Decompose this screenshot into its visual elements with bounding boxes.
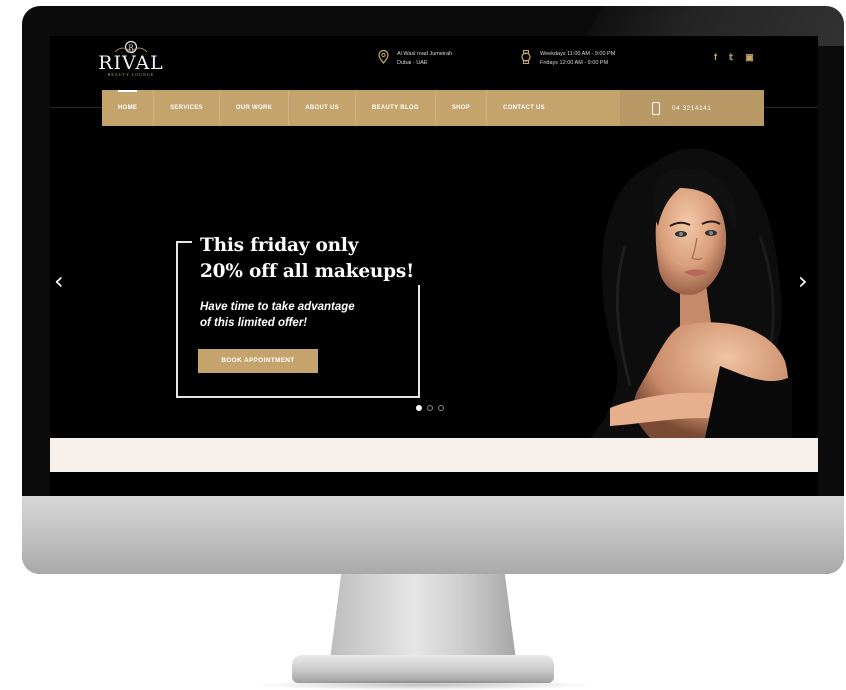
watch-icon bbox=[520, 50, 532, 66]
nav-item-services[interactable]: SERVICES bbox=[153, 90, 219, 126]
nav-item-home[interactable]: HOME bbox=[102, 90, 153, 126]
slider-dot-1[interactable] bbox=[416, 405, 422, 411]
promo-box: This friday only 20% off all makeups! Ha… bbox=[176, 233, 425, 398]
nav-item-shop[interactable]: SHOP bbox=[434, 90, 486, 126]
monitor-stand-base bbox=[292, 655, 554, 683]
location-pin-icon bbox=[378, 49, 389, 66]
crown-icon: R bbox=[111, 40, 151, 54]
nav-item-contact-us[interactable]: CONTACT US bbox=[486, 90, 561, 126]
hours-fridays: Fridays 12:00 AM - 9:00 PM bbox=[540, 60, 609, 66]
promo-title: This friday only 20% off all makeups! bbox=[192, 233, 425, 285]
promo-title-line-2: 20% off all makeups! bbox=[200, 261, 415, 282]
site-logo[interactable]: R RIVAL BEAUTY LOUNGE bbox=[86, 40, 176, 84]
phone-contact[interactable]: 04 3214141 bbox=[620, 90, 764, 126]
promo-description: Have time to take advantage of this limi… bbox=[200, 299, 355, 331]
monitor-stand-neck bbox=[330, 574, 516, 660]
book-appointment-button[interactable]: BOOK APPOINTMENT bbox=[198, 349, 318, 373]
website-screen: R RIVAL BEAUTY LOUNGE Al Wasl road Jumei… bbox=[50, 36, 818, 496]
promo-desc-line-2: of this limited offer! bbox=[200, 317, 308, 329]
logo-wordmark: RIVAL bbox=[98, 52, 164, 74]
slider-prev-arrow-icon[interactable]: ‹ bbox=[54, 269, 64, 293]
content-band bbox=[50, 438, 818, 472]
nav-item-about-us[interactable]: ABOUT US bbox=[288, 90, 355, 126]
hero-slider: This friday only 20% off all makeups! Ha… bbox=[50, 126, 818, 438]
nav-item-beauty-blog[interactable]: BEAUTY BLOG bbox=[354, 90, 435, 126]
twitter-icon[interactable]: 𝕥 bbox=[729, 52, 733, 62]
slider-next-arrow-icon[interactable]: › bbox=[798, 269, 808, 293]
address-line-1: Al Wasl road Jumeirah bbox=[397, 51, 453, 57]
hours-weekdays: Weekdays 11:00 AM - 9:00 PM bbox=[540, 51, 616, 57]
instagram-icon[interactable]: ▣ bbox=[745, 52, 754, 62]
facebook-icon[interactable]: f bbox=[714, 52, 717, 62]
mobile-phone-icon bbox=[652, 101, 660, 115]
slider-dot-3[interactable] bbox=[438, 405, 444, 411]
monitor-chin bbox=[22, 496, 844, 574]
promo-title-line-1: This friday only bbox=[200, 235, 359, 256]
nav-item-our-work[interactable]: OUR WORK bbox=[218, 90, 288, 126]
main-navigation: HOME SERVICES OUR WORK ABOUT US BEAUTY B… bbox=[102, 90, 764, 126]
monitor: R RIVAL BEAUTY LOUNGE Al Wasl road Jumei… bbox=[22, 6, 844, 574]
promo-desc-line-1: Have time to take advantage bbox=[200, 301, 355, 313]
stand-shadow bbox=[250, 680, 596, 690]
social-links: f 𝕥 ▣ bbox=[714, 52, 754, 62]
opening-hours: Weekdays 11:00 AM - 9:00 PM Fridays 12:0… bbox=[520, 50, 615, 68]
phone-number: 04 3214141 bbox=[672, 104, 712, 112]
model-portrait-image bbox=[530, 126, 818, 438]
address-info: Al Wasl road Jumeirah Dubai - UAE bbox=[378, 49, 453, 68]
svg-text:R: R bbox=[128, 44, 134, 52]
slider-pagination bbox=[416, 405, 444, 411]
address-line-2: Dubai - UAE bbox=[397, 60, 428, 66]
slider-dot-2[interactable] bbox=[427, 405, 433, 411]
